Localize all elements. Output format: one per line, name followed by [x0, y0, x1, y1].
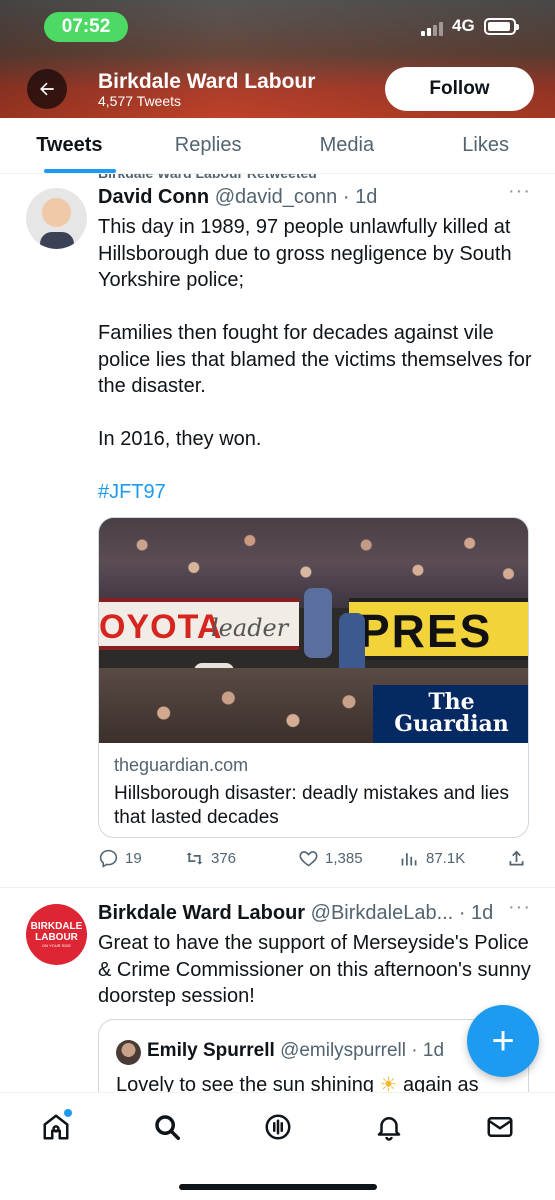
- avatar: [116, 1040, 141, 1065]
- status-time: 07:52: [44, 12, 128, 42]
- sign-text-script: leader: [211, 614, 289, 642]
- logo-line: Guardian: [394, 711, 509, 737]
- author-name[interactable]: Birkdale Ward Labour: [98, 902, 305, 924]
- network-label: 4G: [452, 16, 475, 35]
- nav-messages[interactable]: [480, 1107, 520, 1147]
- reply-count: 19: [125, 850, 142, 867]
- author-handle[interactable]: @david_conn: [215, 186, 338, 208]
- signal-icon: [421, 22, 443, 36]
- arrow-left-icon: [40, 82, 54, 96]
- person-figure: [304, 588, 332, 658]
- sign-text-right: PRES: [359, 605, 493, 657]
- card-body: theguardian.com Hillsborough disaster: d…: [99, 743, 528, 837]
- retweet-count: 376: [211, 850, 237, 867]
- notification-dot: [64, 1109, 72, 1117]
- tweet-text: This day in 1989, 97 people unlawfully k…: [98, 214, 538, 506]
- nav-notifications[interactable]: [369, 1107, 409, 1147]
- battery-icon: [484, 18, 519, 35]
- author-handle[interactable]: @BirkdaleLab...: [311, 902, 454, 924]
- views-icon: [401, 853, 417, 866]
- stadium-sign-right: PRES: [349, 598, 528, 660]
- tweet-text: Great to have the support of Merseyside'…: [98, 932, 531, 1007]
- tweet-header: Birkdale Ward Labour @BirkdaleLab... · 1…: [98, 902, 493, 925]
- tab-likes[interactable]: Likes: [416, 118, 555, 173]
- quote-time: · 1d: [411, 1040, 445, 1061]
- reply-button[interactable]: 19: [98, 848, 142, 869]
- card-domain: theguardian.com: [114, 755, 249, 775]
- hashtag-link[interactable]: #JFT97: [98, 479, 538, 506]
- views-button[interactable]: 87.1K: [399, 848, 465, 869]
- search-icon: [155, 1115, 180, 1140]
- reply-icon: [99, 849, 118, 868]
- home-indicator: [179, 1184, 377, 1190]
- retweet-button[interactable]: 376: [184, 848, 236, 869]
- tweet-header: David Conn @david_conn · 1d: [98, 186, 377, 209]
- share-icon: [509, 850, 524, 866]
- more-icon[interactable]: ···: [508, 896, 531, 919]
- nav-spaces[interactable]: [258, 1107, 298, 1147]
- tweet-divider: [0, 887, 555, 888]
- card-image: OYOTA leader PRES The Guardian: [99, 518, 528, 743]
- profile-name: Birkdale Ward Labour: [98, 70, 316, 93]
- spaces-icon: [265, 1114, 291, 1140]
- quote-author-handle: @emilyspurrell: [280, 1040, 406, 1061]
- tab-tweets[interactable]: Tweets: [0, 118, 139, 173]
- profile-tabs: Tweets Replies Media Likes: [0, 118, 555, 174]
- nav-home[interactable]: [36, 1107, 76, 1147]
- tweet-paragraph: In 2016, they won.: [98, 428, 262, 450]
- stadium-sign-left: OYOTA leader: [99, 598, 299, 650]
- sign-text-left: OYOTA: [99, 608, 223, 646]
- link-card[interactable]: OYOTA leader PRES The Guardian theguardi…: [98, 517, 529, 838]
- avatar[interactable]: [26, 188, 87, 249]
- tweet-actions: 19 376 1,385 87.1K: [98, 848, 538, 874]
- tab-media[interactable]: Media: [278, 118, 417, 173]
- tab-replies[interactable]: Replies: [139, 118, 278, 173]
- bell-icon: [377, 1117, 401, 1141]
- avatar[interactable]: BIRKDALE LABOUR ON YOUR SIDE: [26, 904, 87, 965]
- tweet-count: 4,577 Tweets: [98, 93, 182, 109]
- compose-button[interactable]: +: [467, 1005, 539, 1077]
- views-count: 87.1K: [426, 850, 466, 867]
- status-bar: 07:52 4G: [0, 12, 555, 42]
- back-button[interactable]: [27, 69, 67, 109]
- tweet-time[interactable]: · 1d: [343, 186, 377, 208]
- like-count: 1,385: [325, 850, 363, 867]
- avatar-text: BIRKDALE: [30, 920, 83, 932]
- tweet-paragraph: Families then fought for decades against…: [98, 322, 532, 397]
- share-button[interactable]: [506, 848, 527, 869]
- guardian-logo: The Guardian: [373, 685, 528, 743]
- avatar-text: ON YOUR SIDE: [41, 942, 72, 948]
- quote-header: Emily Spurrell @emilyspurrell · 1d: [147, 1040, 444, 1062]
- quote-author-name: Emily Spurrell: [147, 1040, 275, 1061]
- follow-button[interactable]: Follow: [385, 67, 534, 111]
- heart-icon: [299, 851, 318, 867]
- mail-icon: [487, 1117, 513, 1137]
- like-button[interactable]: 1,385: [298, 848, 363, 869]
- avatar-text: LABOUR: [35, 931, 78, 943]
- logo-line: The: [428, 689, 475, 715]
- nav-search[interactable]: [147, 1107, 187, 1147]
- tweet-paragraph: This day in 1989, 97 people unlawfully k…: [98, 216, 512, 291]
- author-name[interactable]: David Conn: [98, 186, 209, 208]
- tweet-time[interactable]: · 1d: [459, 902, 493, 924]
- retweet-icon: [186, 852, 203, 865]
- card-title: Hillsborough disaster: deadly mistakes a…: [114, 783, 509, 828]
- more-icon[interactable]: ···: [508, 180, 531, 203]
